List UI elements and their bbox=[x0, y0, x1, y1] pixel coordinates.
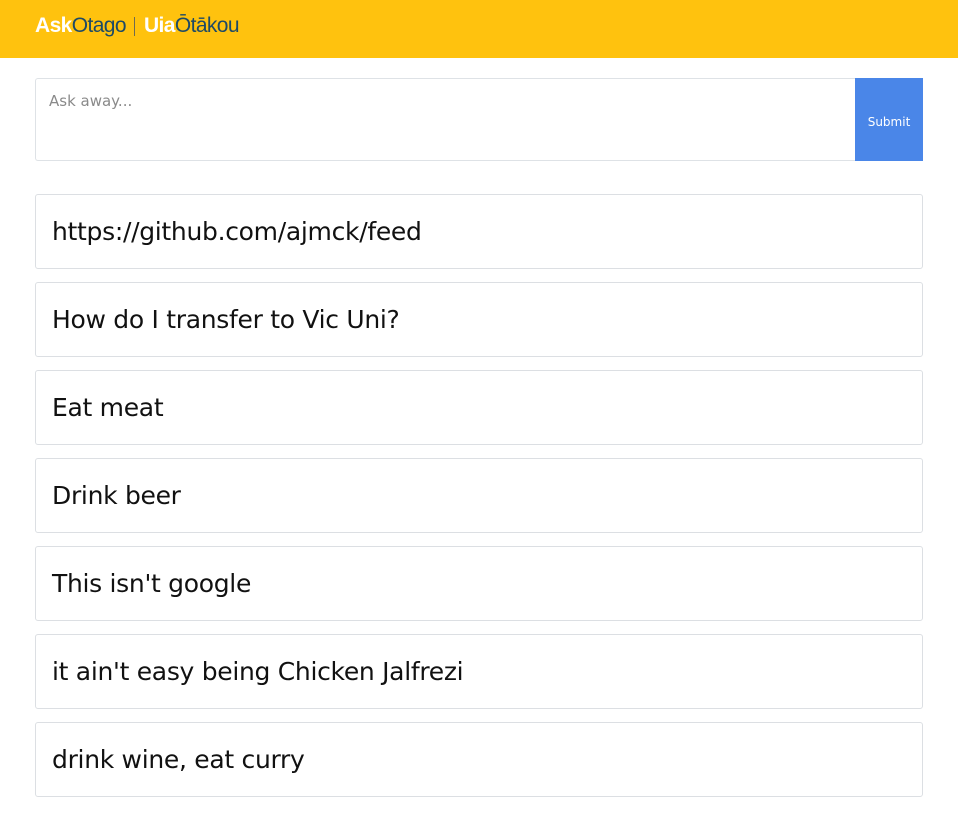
question-item[interactable]: Eat meat bbox=[35, 370, 923, 445]
question-list: https://github.com/ajmck/feed How do I t… bbox=[35, 194, 923, 810]
question-item[interactable]: https://github.com/ajmck/feed bbox=[35, 194, 923, 269]
ask-form: Submit bbox=[35, 78, 923, 161]
question-item[interactable]: drink wine, eat curry bbox=[35, 722, 923, 797]
logo-uia-text: Uia bbox=[143, 14, 175, 37]
question-item[interactable]: it ain't easy being Chicken Jalfrezi bbox=[35, 634, 923, 709]
question-item[interactable]: Drink beer bbox=[35, 458, 923, 533]
submit-button[interactable]: Submit bbox=[855, 78, 923, 161]
logo-divider bbox=[133, 16, 135, 36]
question-item[interactable]: How do I transfer to Vic Uni? bbox=[35, 282, 923, 357]
logo-otakou-text: Ōtākou bbox=[174, 14, 240, 37]
question-item[interactable]: This isn't google bbox=[35, 546, 923, 621]
logo-ask-text: Ask bbox=[35, 14, 72, 37]
ask-otago-logo[interactable]: Ask Otago Uia Ōtākou bbox=[35, 13, 240, 39]
logo-otago-text: Otago bbox=[71, 14, 127, 37]
ask-input[interactable] bbox=[35, 78, 855, 161]
top-banner: Ask Otago Uia Ōtākou bbox=[0, 0, 958, 58]
